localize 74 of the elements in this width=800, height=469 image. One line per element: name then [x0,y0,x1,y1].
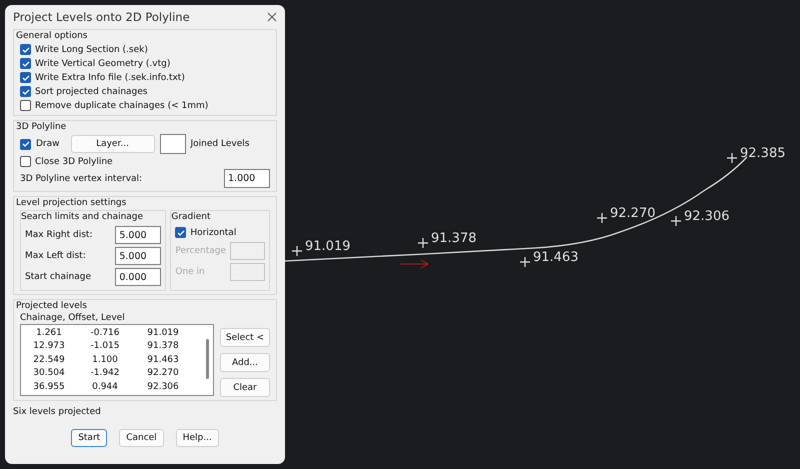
checkbox-label: Remove duplicate chainages (< 1mm) [35,100,208,110]
input-field[interactable]: 0.000 [115,268,162,286]
point-marker-icon [291,245,303,257]
group-title: Search limits and chainage [21,212,144,222]
list-cell-text: 30.504 [32,368,66,378]
field-label: Max Left dist: [25,251,86,261]
list-cell-text: 91.463 [146,354,180,365]
group-title: Level projection settings [16,198,128,208]
level-label: 91.463 [533,250,578,265]
input-field[interactable]: 5.000 [115,226,162,244]
list-cell-text: 92.270 [146,368,180,378]
checkbox[interactable] [20,86,31,97]
group-title: Projected levels [16,301,88,311]
level-label: 92.306 [684,209,730,224]
list-cell-text: 1.261 [35,328,63,338]
field-label: Joined Levels [190,139,250,149]
checkbox-label: Write Long Section (.sek) [35,44,148,54]
list-button[interactable]: Clear [220,378,270,397]
list-cell-text: 12.973 [32,341,66,352]
point-marker-icon [596,212,608,224]
scrollbar-thumb[interactable] [206,339,208,379]
checkbox[interactable] [175,227,186,238]
list-cell-text: -1.015 [89,341,120,352]
dialog-button[interactable]: Help... [176,429,219,447]
level-label: 92.385 [740,146,786,161]
field-label: Max Right dist: [25,230,92,240]
checkbox-label: Close 3D Polyline [35,156,113,166]
list-cell-text: -1.942 [89,368,120,378]
checkbox[interactable] [20,72,31,83]
dialog-button[interactable]: Start [71,429,108,447]
arrow-icon [400,260,429,268]
list-cell-text: 91.378 [146,341,180,352]
checkbox-label: Horizontal [190,228,236,238]
list-cell-text: 91.019 [146,328,180,338]
field-label: Percentage [175,246,226,256]
checkbox-label: Write Vertical Geometry (.vtg) [35,58,170,68]
field-label: Start chainage [25,272,91,282]
point-marker-icon [417,237,429,249]
group-title: General options [16,31,88,41]
interval-field[interactable]: 1.000 [224,169,270,188]
checkbox[interactable] [20,44,31,55]
group-title: Gradient [171,212,212,222]
point-marker-icon [670,215,682,227]
layer-button[interactable]: Layer... [70,135,155,153]
list-button[interactable]: Select < [220,328,270,347]
point-marker-icon [726,152,738,164]
close-icon[interactable] [267,12,277,22]
list-cell-text: 1.100 [91,354,119,365]
checkbox[interactable] [20,156,31,167]
joined-levels-field[interactable] [160,134,186,154]
point-marker-icon [519,256,531,268]
level-label: 91.019 [305,239,350,254]
checkbox[interactable] [20,100,31,111]
list-cell-text: -0.716 [89,328,120,338]
group-title: 3D Polyline [16,122,68,132]
list-button[interactable]: Add... [220,353,270,372]
list-cell-text: 0.944 [91,382,119,392]
window-title: Project Levels onto 2D Polyline [13,10,190,24]
checkbox-label: Write Extra Info file (.sek.info.txt) [35,72,185,82]
status-text: Six levels projected [13,407,102,417]
checkbox-label: Draw [36,139,60,149]
checkbox-label: Sort projected chainages [35,86,148,96]
level-label: 92.270 [610,206,656,221]
input-field[interactable]: 5.000 [115,247,162,265]
list-cell-text: 36.955 [32,382,66,392]
level-label: 91.378 [431,231,476,246]
field-label: 3D Polyline vertex interval: [20,174,142,184]
list-cell-text: 92.306 [146,382,180,392]
dialog-button[interactable]: Cancel [119,429,164,447]
list-cell-text: 22.549 [32,354,66,365]
field-label: One in [175,267,205,277]
checkbox[interactable] [20,58,31,69]
list-header: Chainage, Offset, Level [20,313,126,323]
checkbox[interactable] [20,138,31,150]
